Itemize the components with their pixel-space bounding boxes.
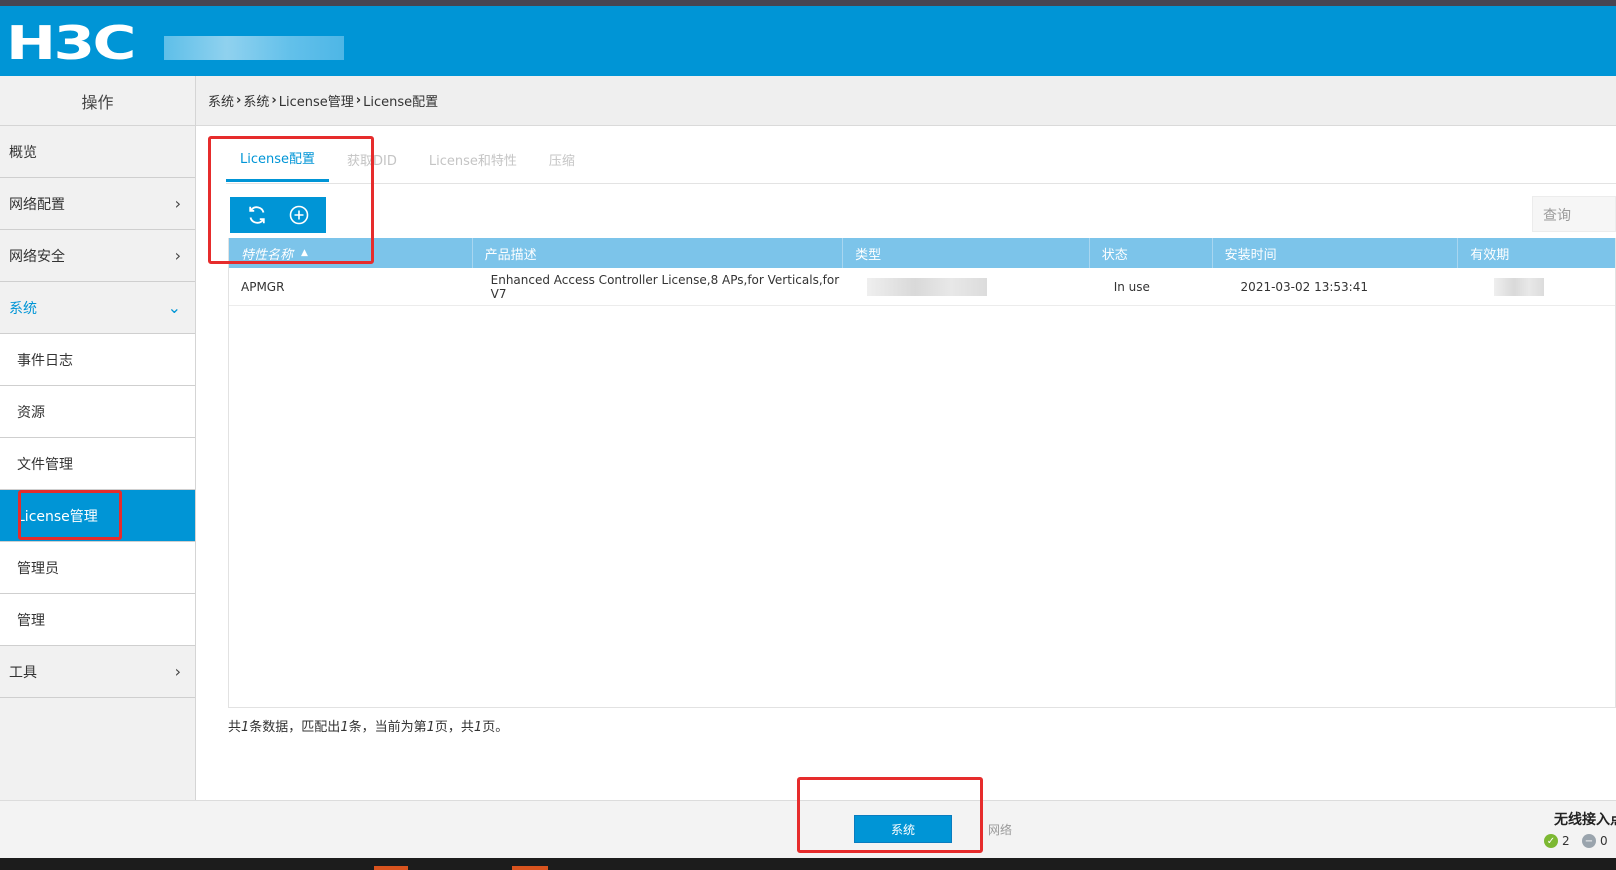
cell-status: In use [1113, 279, 1150, 294]
sidebar-item-license-management[interactable]: License管理 [0, 490, 195, 542]
chevron-down-icon: ⌄ [167, 298, 181, 317]
sort-asc-icon: ▲ [301, 248, 308, 258]
ap-online-count: 2 [1562, 834, 1570, 848]
sidebar-item-label: 资源 [17, 404, 45, 421]
taskbar-item-indicator [374, 866, 408, 870]
column-header-feature[interactable]: 特性名称 ▲ [229, 238, 473, 268]
breadcrumb-item[interactable]: License管理 [279, 91, 354, 110]
cell-type [843, 268, 1090, 306]
sidebar-item-label: 工具 [9, 664, 37, 681]
table-header: 特性名称 ▲ 产品描述 类型 状态 安装时间 有效期 [229, 238, 1615, 268]
sidebar-item-label: 管理 [17, 612, 45, 629]
breadcrumb-separator-icon: › [271, 93, 277, 108]
tab-license-features[interactable]: License和特性 [415, 136, 531, 182]
check-icon: ✓ [1544, 834, 1558, 848]
table-toolbar [230, 197, 326, 233]
sidebar-item-tools[interactable]: 工具 › [0, 646, 195, 698]
network-view-link[interactable]: 网络 [988, 821, 1012, 838]
minus-icon: − [1582, 834, 1596, 848]
column-header-install-time[interactable]: 安装时间 [1213, 238, 1459, 268]
tab-divider [226, 183, 1616, 184]
refresh-icon[interactable] [244, 202, 270, 228]
sidebar-item-administrators[interactable]: 管理员 [0, 542, 195, 594]
sidebar-item-network-security[interactable]: 网络安全 › [0, 230, 195, 282]
chevron-right-icon: › [174, 194, 181, 213]
breadcrumb-item-current: License配置 [363, 95, 439, 110]
tab-license-config[interactable]: License配置 [226, 136, 330, 182]
add-icon[interactable] [286, 202, 312, 228]
table-row[interactable]: APMGR Enhanced Access Controller License… [229, 268, 1615, 306]
ap-online-stat: ✓ 2 [1544, 834, 1570, 848]
sidebar-item-label: License管理 [17, 508, 98, 525]
chevron-right-icon: › [174, 246, 181, 265]
redacted-validity [1494, 277, 1545, 296]
wireless-ap-title: 无线接入点 [1554, 812, 1616, 828]
system-view-button[interactable]: 系统 [854, 815, 952, 843]
breadcrumb-item[interactable]: 系统 [243, 91, 269, 110]
column-header-type[interactable]: 类型 [843, 238, 1090, 268]
sidebar-item-label: 网络安全 [9, 248, 65, 265]
main-content: 系统 › 系统 › License管理 › License配置 License配… [196, 76, 1616, 800]
sidebar-item-label: 管理员 [17, 560, 59, 577]
cell-feature: APMGR [241, 279, 285, 294]
sidebar: 操作 概览 网络配置 › 网络安全 › 系统 ⌄ 事件日志 资源 文件管理 Li… [0, 76, 196, 800]
sidebar-item-resources[interactable]: 资源 [0, 386, 195, 438]
cell-validity [1458, 268, 1615, 306]
sidebar-item-network-config[interactable]: 网络配置 › [0, 178, 195, 230]
sidebar-item-label: 系统 [9, 300, 37, 317]
redacted-type [867, 277, 988, 296]
sidebar-item-system[interactable]: 系统 ⌄ [0, 282, 195, 334]
breadcrumb-separator-icon: › [236, 93, 242, 108]
column-header-status[interactable]: 状态 [1090, 238, 1213, 268]
app-header: H3C [0, 6, 1616, 76]
sidebar-title: 操作 [0, 76, 195, 126]
license-table: 特性名称 ▲ 产品描述 类型 状态 安装时间 有效期 APMGR Enhance… [228, 238, 1616, 708]
sidebar-item-management[interactable]: 管理 [0, 594, 195, 646]
sidebar-item-file-management[interactable]: 文件管理 [0, 438, 195, 490]
search-input[interactable]: 查询 [1532, 196, 1616, 232]
redacted-device-name [164, 36, 344, 60]
ap-offline-count: 0 [1600, 834, 1608, 848]
ap-offline-stat: − 0 [1582, 834, 1608, 848]
tab-get-did[interactable]: 获取DID [333, 136, 411, 182]
sidebar-item-label: 文件管理 [17, 456, 73, 473]
sidebar-item-overview[interactable]: 概览 [0, 126, 195, 178]
pagination-summary: 共1条数据，匹配出1条，当前为第1页，共1页。 [228, 720, 509, 735]
h3c-logo: H3C [6, 16, 136, 70]
tab-compress[interactable]: 压缩 [535, 136, 589, 182]
sidebar-item-label: 事件日志 [17, 352, 73, 369]
column-header-description[interactable]: 产品描述 [473, 238, 844, 268]
cell-description: Enhanced Access Controller License,8 APs… [490, 272, 840, 301]
breadcrumb-separator-icon: › [355, 93, 362, 108]
sidebar-item-label: 概览 [9, 144, 37, 161]
sidebar-item-label: 网络配置 [9, 196, 65, 213]
tab-bar: License配置 获取DID License和特性 压缩 [226, 136, 593, 182]
chevron-right-icon: › [174, 662, 181, 681]
os-taskbar [0, 858, 1616, 870]
footer-bar: 系统 网络 无线接入点 ✓ 2 − 0 [0, 800, 1616, 858]
column-header-validity[interactable]: 有效期 [1458, 238, 1615, 268]
breadcrumb-item[interactable]: 系统 [208, 91, 234, 110]
taskbar-item-indicator [512, 866, 548, 870]
breadcrumb: 系统 › 系统 › License管理 › License配置 [196, 76, 1616, 126]
sidebar-item-event-log[interactable]: 事件日志 [0, 334, 195, 386]
cell-install-time: 2021-03-02 13:53:41 [1240, 279, 1368, 294]
